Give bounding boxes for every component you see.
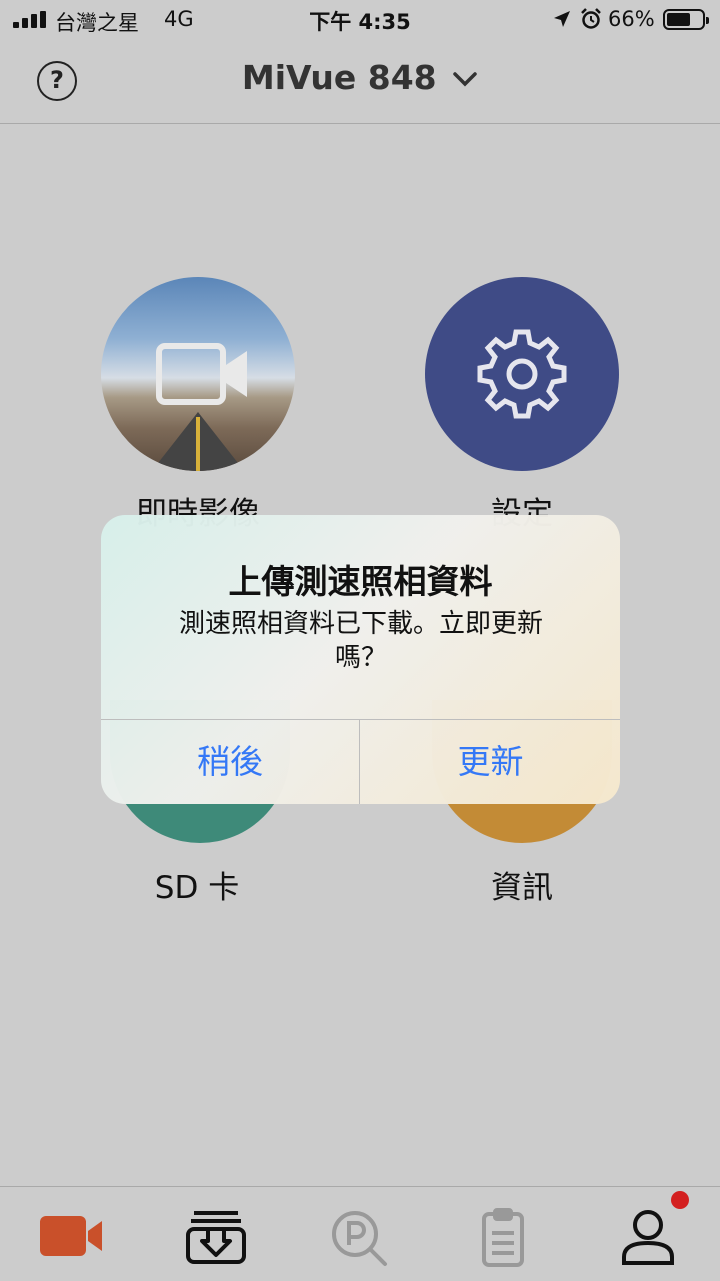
update-button[interactable]: 更新 (361, 720, 620, 804)
tab-bar (0, 1186, 720, 1281)
tab-download-tray-icon[interactable] (180, 1207, 252, 1267)
live-view-tile[interactable] (101, 277, 295, 471)
device-title: MiVue 848 (241, 58, 437, 97)
alarm-icon (581, 8, 601, 29)
tab-video-camera-icon[interactable] (34, 1207, 106, 1267)
battery-percent: 66% (608, 7, 655, 31)
tile-label-info: 資訊 (491, 870, 553, 906)
tab-parking-search-icon[interactable] (326, 1207, 398, 1267)
video-camera-icon (156, 343, 247, 405)
settings-tile[interactable] (425, 277, 619, 471)
device-selector[interactable]: MiVue 848 (0, 58, 720, 97)
later-button[interactable]: 稍後 (101, 720, 360, 804)
status-bar: 台灣之星 4G 下午 4:35 66% (0, 0, 720, 40)
dialog-title: 上傳測速照相資料 (228, 562, 493, 601)
update-alert-dialog: 上傳測速照相資料 測速照相資料已下載。立即更新嗎？ 稍後 更新 (101, 515, 620, 804)
dialog-message: 測速照相資料已下載。立即更新嗎？ (178, 609, 543, 673)
tab-clipboard-icon[interactable] (467, 1207, 539, 1267)
gear-icon (477, 329, 567, 419)
battery-icon (663, 9, 709, 30)
chevron-down-icon (453, 71, 477, 86)
notification-badge (671, 1191, 689, 1209)
tile-label-sd-card: SD 卡 (154, 870, 240, 906)
tab-user-icon[interactable] (612, 1207, 684, 1267)
location-icon (554, 11, 570, 27)
app-header: ? MiVue 848 (0, 40, 720, 124)
